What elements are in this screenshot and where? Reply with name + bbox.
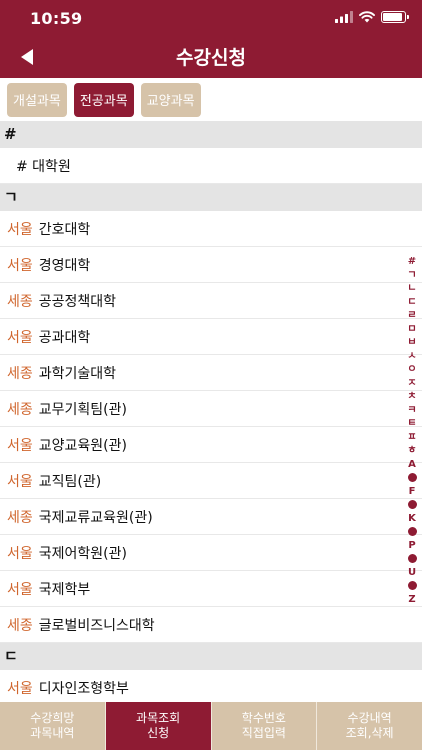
- list-item[interactable]: 세종 공공정책대학: [0, 283, 422, 319]
- nav-bar: 수강신청: [0, 36, 422, 78]
- list-item[interactable]: 서울 국제어학원(관): [0, 535, 422, 571]
- bottom-tab-4[interactable]: 수강내역 조회,삭제: [317, 702, 422, 750]
- index-item[interactable]: ㅍ: [407, 431, 416, 445]
- list-item[interactable]: 서울 교직팀(관): [0, 463, 422, 499]
- bottom-tab-label: 과목내역: [30, 726, 75, 740]
- campus-label: 서울: [7, 437, 33, 454]
- campus-label: 세종: [7, 293, 33, 310]
- list-item[interactable]: 서울 공과대학: [0, 319, 422, 355]
- college-name: 교직팀(관): [38, 473, 102, 490]
- campus-label: 세종: [7, 617, 33, 634]
- list-item[interactable]: 세종 과학기술대학: [0, 355, 422, 391]
- bottom-tab-label: 학수번호: [241, 711, 286, 725]
- index-item[interactable]: ㄱ: [407, 269, 416, 283]
- index-item[interactable]: ㄷ: [407, 296, 416, 310]
- section-header: ㄷ: [0, 643, 422, 670]
- college-name: # 대학원: [16, 158, 71, 175]
- index-item[interactable]: ㅊ: [407, 390, 416, 404]
- bottom-tab-label: 직접입력: [241, 726, 286, 740]
- list-item[interactable]: 서울 간호대학: [0, 211, 422, 247]
- list-item[interactable]: 서울 디자인조형학부: [0, 670, 422, 702]
- index-item[interactable]: ㅌ: [407, 417, 416, 431]
- college-name: 공과대학: [38, 329, 91, 346]
- bottom-tab-label: 신청: [147, 726, 170, 740]
- status-bar: 10:59: [0, 0, 422, 36]
- index-item[interactable]: ㅁ: [407, 323, 416, 337]
- campus-label: 서울: [7, 680, 33, 697]
- list-item[interactable]: 세종 국제교류교육원(관): [0, 499, 422, 535]
- section-header: #: [0, 121, 422, 148]
- index-item[interactable]: ㅈ: [407, 377, 416, 391]
- campus-label: 세종: [7, 401, 33, 418]
- campus-label: 세종: [7, 365, 33, 382]
- college-name: 경영대학: [38, 257, 91, 274]
- index-dot-icon[interactable]: [407, 581, 417, 590]
- campus-label: 서울: [7, 581, 33, 598]
- campus-label: 서울: [7, 257, 33, 274]
- college-name: 국제학부: [38, 581, 91, 598]
- tab-3[interactable]: 교양과목: [140, 82, 201, 117]
- list-item[interactable]: 세종 글로벌비즈니스대학: [0, 607, 422, 643]
- page-title: 수강신청: [176, 47, 246, 69]
- battery-icon: [381, 11, 409, 23]
- list-item[interactable]: 세종 교무기획팀(관): [0, 391, 422, 427]
- list-item[interactable]: 서울 교양교육원(관): [0, 427, 422, 463]
- bottom-tab-3[interactable]: 학수번호 직접입력: [211, 702, 318, 750]
- index-dot-icon[interactable]: [407, 554, 417, 563]
- college-list[interactable]: # # 대학원 ㄱ 서울 간호대학 서울 경영대학 세종 공공정책대학 서울 공과대학 세종 과학기술대…: [0, 121, 422, 702]
- status-time: 10:59: [30, 9, 83, 28]
- bottom-tab-label: 수강희망: [30, 711, 75, 725]
- index-item[interactable]: ㄴ: [407, 282, 416, 296]
- index-item[interactable]: P: [408, 539, 415, 553]
- tab-2[interactable]: 전공과목: [73, 82, 134, 117]
- campus-label: 서울: [7, 545, 33, 562]
- index-dot-icon[interactable]: [407, 527, 417, 536]
- college-name: 국제어학원(관): [38, 545, 127, 562]
- wifi-icon: [359, 11, 375, 23]
- college-name: 국제교류교육원(관): [38, 509, 153, 526]
- college-name: 글로벌비즈니스대학: [38, 617, 155, 634]
- campus-label: 서울: [7, 221, 33, 238]
- index-item[interactable]: Z: [408, 593, 415, 607]
- index-item[interactable]: ㅎ: [407, 444, 416, 458]
- college-name: 교무기획팀(관): [38, 401, 127, 418]
- college-name: 교양교육원(관): [38, 437, 127, 454]
- campus-label: 서울: [7, 329, 33, 346]
- index-dot-icon[interactable]: [407, 473, 417, 482]
- bottom-tab-label: 조회,삭제: [345, 726, 394, 740]
- campus-label: 서울: [7, 473, 33, 490]
- college-name: 간호대학: [38, 221, 91, 238]
- index-item[interactable]: A: [408, 458, 416, 472]
- tab-1[interactable]: 개설과목: [7, 82, 67, 117]
- index-item[interactable]: ㅇ: [407, 363, 416, 377]
- index-bar[interactable]: # ㄱㄴㄷㄹㅁㅂㅅㅇㅈㅊㅋㅌㅍㅎ A F K P U Z: [405, 255, 419, 606]
- index-item[interactable]: ㄹ: [407, 309, 416, 323]
- status-icons: [335, 11, 409, 23]
- bottom-tab-2[interactable]: 과목조회 신청: [105, 702, 212, 750]
- index-item[interactable]: U: [408, 566, 416, 580]
- college-name: 과학기술대학: [38, 365, 117, 382]
- index-item[interactable]: ㅋ: [407, 404, 416, 418]
- index-item[interactable]: ㅂ: [407, 336, 416, 350]
- index-item[interactable]: F: [409, 485, 416, 499]
- cellular-signal-icon: [335, 11, 353, 23]
- bottom-tab-bar: 수강희망 과목내역 과목조회 신청 학수번호 직접입력 수강내역 조회,삭제: [0, 702, 422, 750]
- college-name: 공공정책대학: [38, 293, 117, 310]
- index-item[interactable]: K: [408, 512, 416, 526]
- bottom-tab-label: 과목조회: [136, 711, 181, 725]
- bottom-tab-1[interactable]: 수강희망 과목내역: [0, 702, 106, 750]
- bottom-tab-label: 수강내역: [347, 711, 392, 725]
- list-item[interactable]: # 대학원: [0, 148, 422, 184]
- list-item[interactable]: 서울 경영대학: [0, 247, 422, 283]
- battery-level: [383, 13, 402, 21]
- campus-label: 세종: [7, 509, 33, 526]
- index-item[interactable]: #: [408, 255, 416, 269]
- section-header: ㄱ: [0, 184, 422, 211]
- college-name: 디자인조형학부: [38, 680, 129, 697]
- category-tabs: 개설과목 전공과목 교양과목: [0, 78, 422, 121]
- list-item[interactable]: 서울 국제학부: [0, 571, 422, 607]
- index-dot-icon[interactable]: [407, 500, 417, 509]
- index-item[interactable]: ㅅ: [407, 350, 416, 364]
